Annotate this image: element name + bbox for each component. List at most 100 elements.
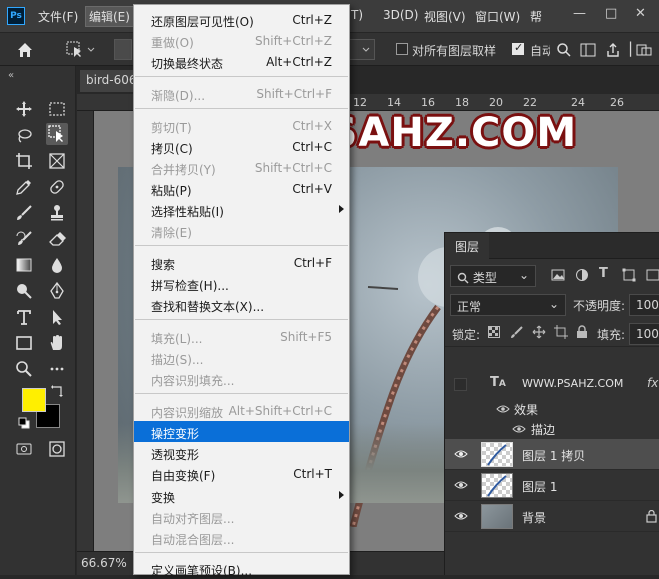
default-colors-icon[interactable] [18, 417, 30, 429]
stroke-effect-row[interactable]: 描边 [445, 419, 659, 439]
blend-mode-dropdown[interactable]: 正常 ⌄ [450, 294, 566, 316]
eye-icon[interactable] [454, 479, 468, 491]
gradient-tool-icon[interactable] [13, 254, 35, 276]
menu-item-find-replace[interactable]: 查找和替换文本(X)... [134, 294, 349, 315]
move-tool-icon[interactable] [13, 98, 35, 120]
menu-item-auto-align-layers[interactable]: 自动对齐图层... [134, 506, 349, 527]
menu-item-search[interactable]: 搜索 Ctrl+F [134, 252, 349, 273]
layer-kind-filter[interactable]: 类型 ⌄ [450, 265, 536, 287]
fill-input[interactable]: 100% [629, 323, 659, 345]
workspace-icon[interactable] [580, 42, 596, 61]
menu-item-paste[interactable]: 粘贴(P) Ctrl+V [134, 178, 349, 199]
hand-tool-icon[interactable] [46, 332, 68, 354]
menu-3d[interactable]: 3D(D) [383, 8, 418, 22]
menu-edit[interactable]: 编辑(E) [85, 6, 134, 27]
lock-pixels-icon[interactable] [510, 325, 524, 342]
menu-item-cut[interactable]: 剪切(T) Ctrl+X [134, 115, 349, 136]
lock-transparent-icon[interactable] [488, 326, 500, 341]
object-selection-tool-icon[interactable] [46, 123, 68, 145]
edit-toolbar-icon[interactable] [13, 438, 35, 460]
lasso-tool-icon[interactable] [13, 125, 35, 147]
document-tab[interactable]: bird-606 [80, 70, 138, 92]
menu-item-content-aware-scale[interactable]: 内容识别缩放 Alt+Shift+Ctrl+C [134, 400, 349, 421]
layer-row-background[interactable]: 背景 [445, 501, 659, 532]
menu-item-puppet-warp[interactable]: 操控变形 [134, 421, 349, 442]
type-filter-icon[interactable]: T [599, 266, 608, 281]
clone-stamp-tool-icon[interactable] [46, 202, 68, 224]
menu-item-toggle-last-state[interactable]: 切换最终状态 Alt+Ctrl+Z [134, 51, 349, 72]
menu-item-copy[interactable]: 拷贝(C) Ctrl+C [134, 136, 349, 157]
eye-icon[interactable] [512, 424, 526, 434]
collapse-panel-icon[interactable]: « [8, 70, 14, 81]
photoshop-logo[interactable]: Ps [7, 7, 25, 25]
menu-item-auto-blend-layers[interactable]: 自动混合图层... [134, 527, 349, 548]
shape-filter-icon[interactable] [622, 268, 636, 285]
lock-artboard-icon[interactable] [554, 325, 568, 342]
minimize-icon[interactable]: — [573, 6, 586, 21]
effects-row[interactable]: 效果 [445, 399, 659, 419]
adjustment-filter-icon[interactable] [575, 268, 589, 285]
pen-tool-icon[interactable] [46, 280, 68, 302]
search-icon[interactable] [556, 42, 572, 61]
menu-file[interactable]: 文件(F) [38, 8, 78, 25]
foreground-color-swatch[interactable] [22, 388, 46, 412]
blur-tool-icon[interactable] [46, 254, 68, 276]
menu-item-clear[interactable]: 清除(E) [134, 220, 349, 241]
home-icon[interactable] [14, 39, 36, 61]
eye-icon[interactable] [496, 404, 510, 414]
history-brush-tool-icon[interactable] [13, 228, 35, 250]
menu-item-stroke[interactable]: 描边(S)... [134, 347, 349, 368]
menu-item-fade[interactable]: 渐隐(D)... Shift+Ctrl+F [134, 83, 349, 104]
opacity-input[interactable]: 100% [629, 294, 659, 316]
vertical-ruler[interactable] [77, 111, 94, 551]
layer-name[interactable]: 背景 [522, 509, 546, 526]
layer-row-text[interactable]: TA WWW.PSAHZ.COM fx [445, 369, 659, 399]
auto-select-swatch[interactable] [114, 39, 132, 60]
visibility-toggle-off[interactable] [454, 378, 467, 391]
sample-all-layers-checkbox[interactable] [396, 43, 408, 55]
eye-icon[interactable] [454, 448, 468, 460]
layer-row-copy[interactable]: 图层 1 拷贝 [445, 439, 659, 470]
eyedropper-tool-icon[interactable] [13, 176, 35, 198]
menu-item-perspective-warp[interactable]: 透视变形 [134, 442, 349, 463]
move-tool-preset-icon[interactable] [66, 41, 96, 62]
arrange-icon[interactable] [636, 42, 652, 61]
type-tool-icon[interactable] [13, 306, 35, 328]
menu-item-undo[interactable]: 还原图层可见性(O) Ctrl+Z [134, 9, 349, 30]
close-icon[interactable]: ✕ [635, 6, 646, 21]
menu-item-copy-merged[interactable]: 合并拷贝(Y) Shift+Ctrl+C [134, 157, 349, 178]
pixel-filter-icon[interactable] [551, 268, 565, 285]
rectangle-tool-icon[interactable] [13, 332, 35, 354]
more-tools-icon[interactable] [46, 358, 68, 380]
auto-checkbox[interactable] [512, 41, 524, 55]
quick-mask-icon[interactable] [46, 438, 68, 460]
menu-item-paste-special[interactable]: 选择性粘贴(I) [134, 199, 349, 220]
eye-icon[interactable] [454, 510, 468, 522]
menu-window[interactable]: 窗口(W) [475, 8, 520, 25]
menu-item-free-transform[interactable]: 自由变换(F) Ctrl+T [134, 463, 349, 484]
share-icon[interactable] [605, 42, 621, 61]
smart-object-filter-icon[interactable] [646, 268, 659, 285]
layer-name[interactable]: WWW.PSAHZ.COM [522, 377, 623, 390]
crop-tool-icon[interactable] [13, 150, 35, 172]
menu-help[interactable]: 帮 [530, 8, 542, 25]
frame-tool-icon[interactable] [46, 150, 68, 172]
menu-item-spell-check[interactable]: 拼写检查(H)... [134, 273, 349, 294]
menu-item-content-aware-fill[interactable]: 内容识别填充... [134, 368, 349, 389]
spot-healing-tool-icon[interactable] [46, 176, 68, 198]
zoom-level[interactable]: 66.67% [81, 556, 127, 570]
maximize-icon[interactable]: □ [605, 6, 617, 21]
marquee-tool-icon[interactable] [46, 98, 68, 120]
dodge-tool-icon[interactable] [13, 280, 35, 302]
eraser-tool-icon[interactable] [46, 228, 68, 250]
lock-all-icon[interactable] [576, 325, 588, 342]
menu-view[interactable]: 视图(V) [424, 8, 466, 25]
auto-select-dropdown[interactable] [349, 39, 375, 60]
zoom-tool-icon[interactable] [13, 358, 35, 380]
layer-effects-icon[interactable]: fx [647, 376, 658, 390]
menu-item-fill[interactable]: 填充(L)... Shift+F5 [134, 326, 349, 347]
layer-name[interactable]: 图层 1 [522, 478, 557, 495]
menu-item-transform[interactable]: 变换 [134, 485, 349, 506]
menu-item-define-brush-preset[interactable]: 定义画笔预设(B)... [134, 558, 349, 579]
menu-filter[interactable]: T) [351, 8, 363, 22]
